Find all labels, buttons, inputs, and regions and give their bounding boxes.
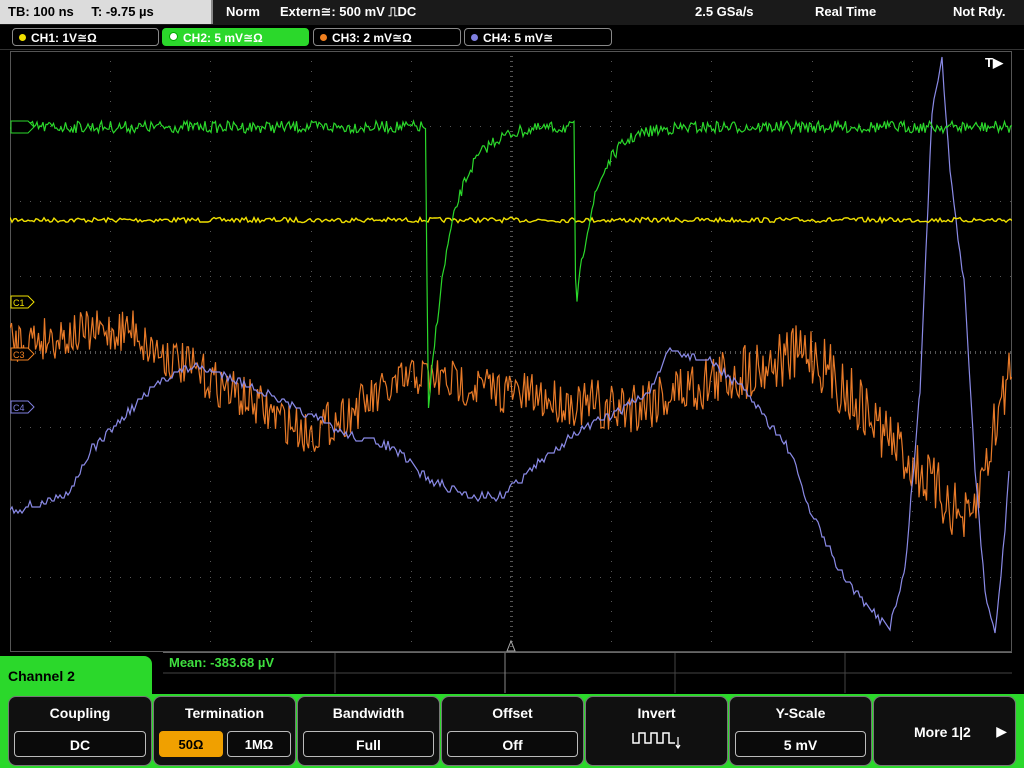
trigger-marker: T▶ (985, 55, 1004, 70)
c3-level-marker[interactable]: C3 (10, 347, 35, 361)
ch4-dot-icon (471, 34, 478, 41)
termination-title: Termination (184, 705, 265, 721)
c1-marker-label: C1 (13, 298, 25, 308)
coupling-softkey[interactable]: Coupling DC (8, 696, 152, 766)
yscale-value[interactable]: 5 mV (735, 731, 866, 757)
measurement-panel: Mean: -383.68 µV (163, 652, 1012, 693)
measurement-grid (163, 653, 1012, 693)
more-softkey[interactable]: More 1|2 ▶ (873, 696, 1016, 766)
c4-marker-label: C4 (13, 403, 25, 413)
tab-ch2[interactable]: CH2: 5 mV≅Ω (162, 28, 309, 46)
ch2-dot-icon (169, 32, 178, 41)
waveform-display[interactable]: T▶ C1 C3 C4 (9, 51, 1013, 652)
sample-rate: 2.5 GSa/s (695, 4, 754, 19)
timebase-value: TB: 100 ns (8, 4, 74, 19)
invert-softkey[interactable]: Invert (585, 696, 728, 766)
tab-ch2-label: CH2: 5 mV≅Ω (183, 31, 263, 45)
channel-tabs: CH1: 1V≅Ω CH2: 5 mV≅Ω CH3: 2 mV≅Ω CH4: 5… (0, 25, 1024, 50)
waveform-canvas: T▶ C1 C3 C4 (9, 51, 1013, 652)
softkey-bar: Coupling DC Termination 50Ω 1MΩ Bandwidt… (0, 694, 1024, 768)
tab-ch4-label: CH4: 5 mV≅ (483, 31, 554, 45)
right-arrow-icon: ▶ (996, 723, 1007, 739)
bandwidth-softkey[interactable]: Bandwidth Full (297, 696, 440, 766)
yscale-title: Y-Scale (775, 705, 826, 721)
offset-softkey[interactable]: Offset Off (441, 696, 584, 766)
measurement-mean: Mean: -383.68 µV (169, 655, 275, 670)
coupling-value[interactable]: DC (14, 731, 146, 757)
c4-level-marker[interactable]: C4 (10, 400, 35, 414)
tab-ch4[interactable]: CH4: 5 mV≅ (464, 28, 612, 46)
offset-title: Offset (492, 705, 533, 721)
termination-50ohm-button[interactable]: 50Ω (159, 731, 223, 757)
trigger-source[interactable]: Extern≅: 500 mV ⎍DC (280, 0, 416, 24)
offset-value[interactable]: Off (447, 731, 578, 757)
termination-softkey[interactable]: Termination 50Ω 1MΩ (153, 696, 296, 766)
invert-title: Invert (637, 705, 676, 721)
status-bar: TB: 100 ns T: -9.75 µs Norm Extern≅: 500… (0, 0, 1024, 25)
ch2-waveform (9, 119, 1013, 409)
coupling-title: Coupling (49, 705, 111, 721)
tab-ch1[interactable]: CH1: 1V≅Ω (12, 28, 159, 46)
yscale-softkey[interactable]: Y-Scale 5 mV (729, 696, 872, 766)
channel-menu-tab[interactable]: Channel 2 (0, 656, 152, 698)
acquisition-mode[interactable]: Real Time (815, 0, 876, 24)
ch1-dot-icon (19, 34, 26, 41)
bandwidth-title: Bandwidth (332, 705, 405, 721)
ch4-waveform (9, 56, 1010, 634)
channel-menu-title: Channel 2 (8, 668, 75, 684)
timebase-box[interactable]: TB: 100 ns T: -9.75 µs (0, 0, 213, 24)
tab-ch3[interactable]: CH3: 2 mV≅Ω (313, 28, 461, 46)
more-label: More 1|2 (914, 724, 971, 740)
termination-1mohm-button[interactable]: 1MΩ (227, 731, 291, 757)
tab-ch3-label: CH3: 2 mV≅Ω (332, 31, 412, 45)
c3-marker-label: C3 (13, 350, 25, 360)
bandwidth-value[interactable]: Full (303, 731, 434, 757)
c1-level-marker[interactable]: C1 (10, 295, 35, 309)
trigger-mode[interactable]: Norm (226, 0, 260, 24)
ch3-dot-icon (320, 34, 327, 41)
invert-square-wave-icon (632, 732, 681, 750)
tab-ch1-label: CH1: 1V≅Ω (31, 31, 97, 45)
trigger-time-value: T: -9.75 µs (91, 4, 154, 19)
acquisition-status: Not Rdy. (953, 4, 1006, 19)
